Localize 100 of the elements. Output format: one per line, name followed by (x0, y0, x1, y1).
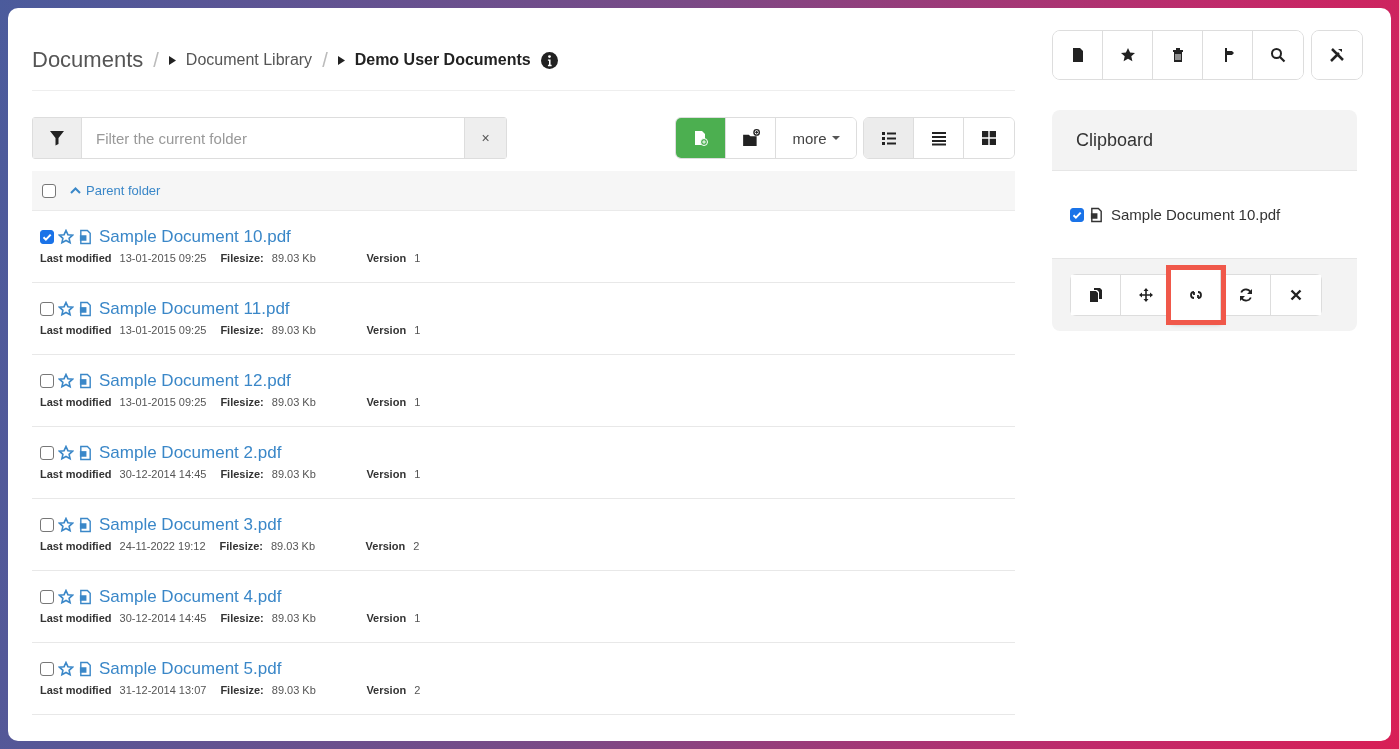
pdf-file-icon (78, 373, 93, 389)
search-icon (1270, 47, 1286, 63)
checkbox[interactable] (40, 302, 54, 316)
pdf-file-icon (78, 229, 93, 245)
tools-icon (1329, 47, 1345, 63)
pdf-file-icon (78, 661, 93, 677)
meta-label: Filesize: (219, 540, 263, 552)
star-outline-icon (58, 301, 74, 317)
file-size: 89.03 Kb (271, 612, 316, 624)
list-icon (930, 130, 947, 146)
meta-label: Version (366, 684, 407, 696)
meta-label: Version (366, 252, 407, 264)
modified-date: 31-12-2014 13:07 (119, 684, 207, 696)
filter-icon (49, 130, 65, 146)
checkbox[interactable] (42, 183, 56, 198)
meta-label: Version (366, 612, 407, 624)
meta-label: Filesize: (220, 684, 264, 696)
clear-button[interactable]: × (464, 118, 506, 158)
toolbar-button[interactable] (1312, 31, 1362, 79)
meta-label: Version (366, 324, 407, 336)
version-number: 2 (414, 684, 421, 696)
view-mode-button[interactable] (864, 118, 914, 158)
version-number: 2 (413, 540, 420, 552)
breadcrumb-link[interactable]: Document Library (185, 51, 313, 69)
clipboard-action-button[interactable] (1071, 275, 1121, 315)
meta-label: Filesize: (220, 324, 264, 336)
checkbox[interactable] (40, 518, 54, 532)
meta-label: Filesize: (220, 612, 264, 624)
modified-date: 13-01-2015 09:25 (119, 324, 207, 336)
meta-label: Filesize: (220, 252, 264, 264)
file-size: 89.03 Kb (271, 324, 316, 336)
chevron-up-icon (70, 187, 81, 194)
folder-plus-icon (741, 129, 760, 147)
checkbox[interactable] (40, 662, 54, 676)
star-outline-icon (58, 517, 74, 533)
meta-label: Version (366, 396, 407, 408)
detail-list-icon (880, 130, 897, 146)
move-icon (1137, 287, 1154, 303)
version-number: 1 (414, 612, 421, 624)
file-link[interactable]: Sample Document 2.pdf (99, 443, 282, 463)
pdf-file-icon (1089, 206, 1104, 223)
meta-label: Filesize: (220, 396, 264, 408)
file-size: 89.03 Kb (271, 468, 316, 480)
checkbox[interactable] (40, 230, 54, 244)
file-link[interactable]: Sample Document 5.pdf (99, 659, 282, 679)
info-icon[interactable] (540, 51, 558, 69)
meta-label: Last modified (40, 324, 112, 336)
star-outline-icon (58, 229, 74, 245)
file-link[interactable]: Sample Document 3.pdf (99, 515, 282, 535)
star-outline-icon (58, 589, 74, 605)
toolbar-button[interactable] (1053, 31, 1103, 79)
breadcrumb-link[interactable]: Documents (32, 47, 144, 73)
meta-label: Last modified (40, 252, 112, 264)
file-link[interactable]: Sample Document 12.pdf (99, 371, 291, 391)
filter-field[interactable]: Filter the current folder × (32, 117, 507, 159)
file-plus-icon (692, 130, 709, 146)
version-number: 1 (414, 324, 421, 336)
checkbox[interactable] (1070, 207, 1084, 222)
close-icon (1288, 287, 1304, 303)
checkbox[interactable] (40, 374, 54, 388)
pdf-file-icon (78, 517, 93, 533)
meta-label: Filesize: (220, 468, 264, 480)
modified-date: 24-11-2022 19:12 (119, 540, 206, 552)
breadcrumb-current: Demo User Documents (354, 51, 531, 69)
pdf-file-icon (78, 445, 93, 461)
star-icon (1119, 47, 1136, 63)
version-number: 1 (414, 468, 421, 480)
file-link[interactable]: Sample Document 11.pdf (99, 299, 290, 319)
pdf-file-icon (78, 301, 93, 317)
meta-label: Version (366, 468, 407, 480)
file-size: 89.03 Kb (270, 540, 315, 552)
meta-label: Last modified (40, 612, 112, 624)
file-size: 89.03 Kb (271, 396, 316, 408)
modified-date: 30-12-2014 14:45 (119, 612, 207, 624)
parent-folder-link[interactable]: Parent folder (70, 183, 161, 198)
grid-icon (981, 130, 997, 146)
file-link[interactable]: Sample Document 4.pdf (99, 587, 282, 607)
file-size: 89.03 Kb (271, 252, 316, 264)
clipboard-item: Sample Document 10.pdf (1111, 206, 1281, 223)
caret-icon (337, 55, 345, 65)
meta-label: Version (365, 540, 406, 552)
file-link[interactable]: Sample Document 10.pdf (99, 227, 291, 247)
checkbox[interactable] (40, 590, 54, 604)
checkbox[interactable] (40, 446, 54, 460)
refresh-icon (1237, 287, 1254, 303)
modified-date: 13-01-2015 09:25 (119, 252, 207, 264)
copy-icon (1087, 287, 1104, 303)
modified-date: 13-01-2015 09:25 (119, 396, 207, 408)
breadcrumb-separator: / (153, 48, 159, 72)
star-outline-icon (58, 373, 74, 389)
meta-label: Last modified (40, 396, 112, 408)
caret-icon (831, 136, 840, 140)
pdf-file-icon (78, 589, 93, 605)
breadcrumb-separator: / (322, 48, 328, 72)
meta-label: Last modified (40, 468, 112, 480)
version-number: 1 (414, 252, 421, 264)
meta-label: Last modified (40, 540, 112, 552)
star-outline-icon (58, 445, 74, 461)
version-number: 1 (414, 396, 421, 408)
file-size: 89.03 Kb (271, 684, 316, 696)
